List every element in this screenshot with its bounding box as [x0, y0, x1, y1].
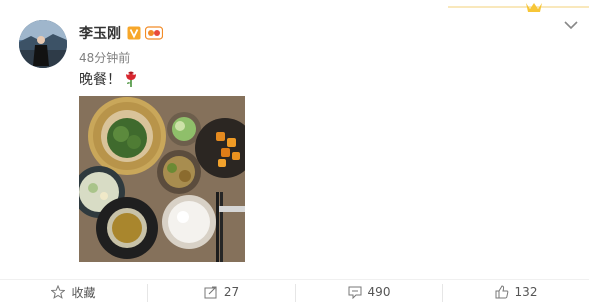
comment-count: 490 [367, 285, 391, 299]
repost-button[interactable]: 27 [148, 280, 295, 303]
like-count: 132 [514, 285, 538, 299]
rose-icon [126, 71, 136, 87]
card-decoration [448, 3, 589, 12]
post-photo[interactable] [79, 96, 245, 262]
post-timestamp[interactable]: 48分钟前 [79, 49, 130, 66]
post-text-content: 晚餐！ [79, 72, 121, 88]
weibo-post-card: 李玉刚 48分钟前 晚餐！ 收藏 27 490 132 [0, 0, 589, 303]
comment-button[interactable]: 490 [296, 280, 442, 303]
like-icon [495, 285, 508, 299]
star-icon [51, 285, 66, 299]
action-bar: 收藏 27 490 132 [0, 279, 589, 303]
verified-v-icon[interactable] [127, 26, 141, 40]
avatar-image [19, 20, 67, 68]
level-badge-icon[interactable] [145, 26, 163, 40]
favorite-label: 收藏 [71, 285, 96, 300]
comment-icon [348, 286, 362, 299]
user-name[interactable]: 李玉刚 [79, 23, 121, 43]
avatar[interactable] [19, 20, 67, 68]
user-line: 李玉刚 [79, 23, 163, 43]
like-button[interactable]: 132 [443, 280, 589, 303]
dinner-photo-image [79, 96, 245, 262]
favorite-button[interactable]: 收藏 [0, 280, 147, 303]
post-text: 晚餐！ [79, 69, 138, 89]
repost-count: 27 [223, 285, 240, 299]
repost-icon [204, 286, 217, 299]
chevron-down-icon[interactable] [562, 16, 580, 34]
